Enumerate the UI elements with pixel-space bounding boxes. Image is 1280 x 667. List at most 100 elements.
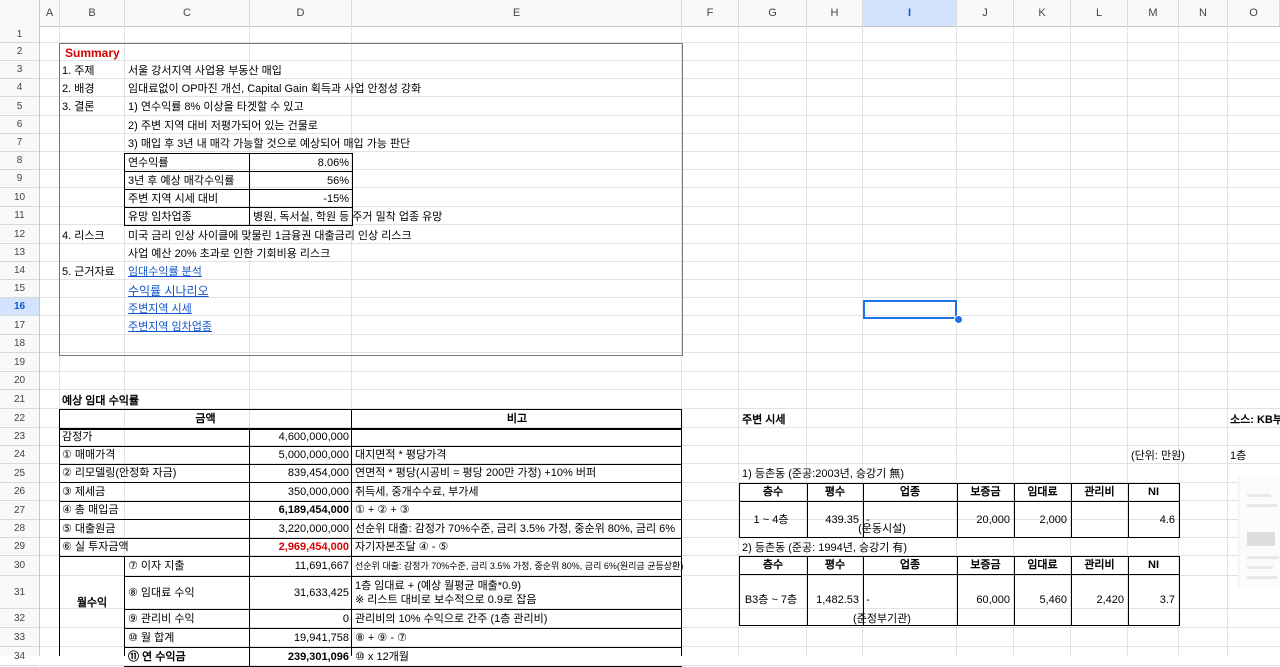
row-header-24[interactable]: 24 [0,446,39,464]
row-header-20[interactable]: 20 [0,372,39,390]
row-header-30[interactable]: 30 [0,556,39,576]
row-header-29[interactable]: 29 [0,538,39,556]
row-header-5[interactable]: 5 [0,97,39,116]
column-header-e[interactable]: E [352,0,682,26]
fill-handle[interactable] [954,315,963,324]
conclusion-label: 3. 결론 [62,101,95,113]
select-all-corner[interactable] [0,0,40,26]
monthly-row-label: ⑪ 연 수익금 [128,651,186,663]
market-table1-header: 업종 [899,486,921,498]
column-header-a[interactable]: A [40,0,60,26]
market-table1-note: (운동시설) [858,523,906,535]
monthly-row-note: ⑩ x 12개월 [355,651,409,663]
column-header-l[interactable]: L [1071,0,1128,26]
market-table1-cell: 2,000 [1039,514,1067,526]
column-header-i[interactable]: I [863,0,957,26]
row-header-1[interactable]: 1 [0,26,39,43]
monthly-row-note-2: ※ 리스트 대비로 보수적으로 0.9로 잡음 [355,594,537,606]
link-yield-scenario[interactable]: 수익률 시나리오 [128,284,209,298]
conclusion-1: 1) 연수익률 8% 이상을 타겟할 수 있고 [128,101,304,113]
column-header-b[interactable]: B [60,0,125,26]
row-divider [124,647,682,648]
rental-row-label: ⑥ 실 투자금액 [62,541,129,553]
row-header-34[interactable]: 34 [0,647,39,666]
row-header-11[interactable]: 11 [0,207,39,225]
monthly-row-label: ⑩ 월 합계 [128,632,175,644]
market-table1-header: 평수 [824,486,846,498]
row-header-19[interactable]: 19 [0,353,39,372]
monthly-row-note: 관리비의 10% 수익으로 간주 (1층 관리비) [355,613,548,625]
market-table1-cell: 1 ~ 4층 [753,514,789,526]
row-header-8[interactable]: 8 [0,152,39,170]
rental-row-label: ③ 제세금 [62,486,106,498]
row-header-28[interactable]: 28 [0,520,39,538]
background-label: 2. 배경 [62,83,95,95]
metric-value: -15% [323,193,349,205]
rental-row-amount: 6,189,454,000 [278,504,349,516]
column-header-o[interactable]: O [1228,0,1280,26]
market-table2-cell: 60,000 [976,594,1010,606]
column-header-d[interactable]: D [250,0,352,26]
gridline [40,389,1280,390]
row-header-3[interactable]: 3 [0,61,39,79]
row-divider [59,464,682,465]
rental-row-note: 대지면적 * 평당가격 [355,449,447,461]
monthly-row-amount: 31,633,425 [293,587,349,599]
row-header-16[interactable]: 16 [0,298,39,316]
row-header-14[interactable]: 14 [0,262,39,280]
gridline [40,371,1280,372]
row-header-4[interactable]: 4 [0,79,39,97]
row-divider [739,501,1180,502]
row-divider [59,538,682,539]
row-header-6[interactable]: 6 [0,116,39,134]
rental-row-note: 연면적 * 평당(시공비 = 평당 200만 가정) +10% 버퍼 [355,467,597,479]
evidence-label: 5. 근거자료 [62,266,115,278]
row-header-32[interactable]: 32 [0,609,39,628]
col-divider [249,428,250,446]
link-rental-analysis[interactable]: 임대수익률 분석 [128,265,202,279]
column-header-g[interactable]: G [739,0,807,26]
rental-row-amount: 3,220,000,000 [278,523,349,535]
row-header-2[interactable]: 2 [0,43,39,61]
monthly-row-amount: 239,301,096 [287,651,349,663]
column-header-m[interactable]: M [1128,0,1179,26]
row-header-15[interactable]: 15 [0,280,39,298]
row-header-13[interactable]: 13 [0,244,39,262]
row-divider [59,446,682,447]
row-header-23[interactable]: 23 [0,428,39,446]
embedded-image-thumbnail[interactable] [1238,476,1280,588]
row-header-27[interactable]: 27 [0,501,39,520]
market-table1-title: 1) 등촌동 (준공:2003년, 승강기 無) [742,468,904,480]
row-header-17[interactable]: 17 [0,316,39,335]
column-header-f[interactable]: F [682,0,739,26]
rental-title: 예상 임대 수익률 [62,395,139,407]
row-header-9[interactable]: 9 [0,170,39,188]
row-header-22[interactable]: 22 [0,409,39,428]
risk-label: 4. 리스크 [62,230,105,242]
market-title: 주변 시세 [742,414,786,426]
col-divider [249,501,250,519]
row-header-33[interactable]: 33 [0,628,39,647]
row-header-10[interactable]: 10 [0,188,39,207]
column-header-k[interactable]: K [1014,0,1071,26]
row-header-21[interactable]: 21 [0,390,39,409]
link-area-tenants[interactable]: 주변지역 임차업종 [128,320,212,334]
column-header-h[interactable]: H [807,0,863,26]
column-header-n[interactable]: N [1179,0,1228,26]
active-cell-i16[interactable] [863,300,957,319]
column-header-j[interactable]: J [957,0,1014,26]
row-header-7[interactable]: 7 [0,134,39,152]
row-header-12[interactable]: 12 [0,225,39,244]
column-header-c[interactable]: C [125,0,250,26]
conclusion-3: 3) 매입 후 3년 내 매각 가능할 것으로 예상되어 매입 가능 판단 [128,138,411,150]
rental-row-note: 선순위 대출: 감정가 70%수준, 금리 3.5% 가정, 중순위 80%, … [355,523,676,535]
row-header-18[interactable]: 18 [0,335,39,353]
row-header-26[interactable]: 26 [0,483,39,501]
market-table2-header: NI [1148,559,1159,571]
market-table2-cell: 3.7 [1159,594,1175,606]
link-area-price[interactable]: 주변지역 시세 [128,302,192,316]
market-table1-header: 관리비 [1084,486,1115,498]
row-divider [59,519,682,520]
row-header-25[interactable]: 25 [0,464,39,483]
row-header-31[interactable]: 31 [0,576,39,609]
